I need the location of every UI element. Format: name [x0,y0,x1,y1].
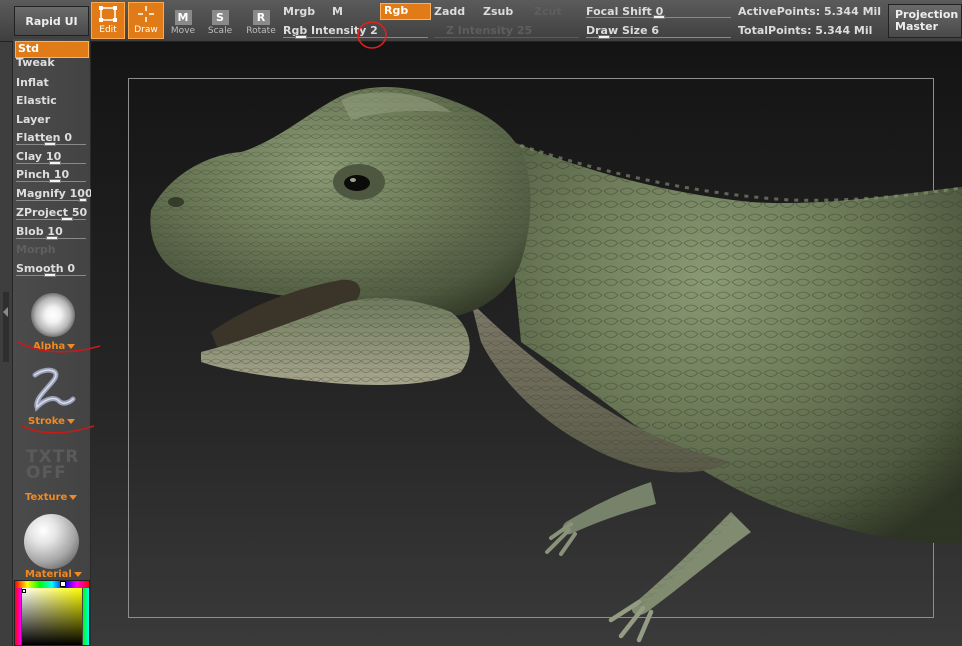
blob-knob[interactable] [46,236,58,240]
scale-button[interactable]: S Scale [204,2,236,39]
stroke-thumbnail[interactable] [23,367,79,415]
left-tray[interactable] [0,42,13,646]
trex-model [150,87,962,643]
m-toggle[interactable]: M [332,5,343,18]
clay-knob[interactable] [49,161,61,165]
rgb-toggle[interactable]: Rgb [380,3,431,20]
tray-grip[interactable] [3,292,9,362]
material-label: Material [25,569,72,580]
material-menu[interactable]: Material [25,569,82,580]
color-picker[interactable] [14,580,90,646]
edit-label: Edit [99,25,117,35]
stroke-label: Stroke [28,416,65,427]
top-shelf: Rapid UI Edit Draw M Move S Scale R Rota… [0,0,962,42]
zsub-toggle[interactable]: Zsub [483,5,513,18]
rapid-ui-button[interactable]: Rapid UI [14,6,89,36]
pinch-knob[interactable] [49,179,61,183]
z-intensity-slider[interactable] [434,37,579,38]
move-button[interactable]: M Move [168,2,198,39]
move-label: Move [170,26,196,36]
brush-panel: Std Tweak Inflat Elastic Layer Flatten 0… [13,39,93,646]
texture-label: Texture [25,492,68,503]
hue-marker[interactable] [60,581,66,587]
draw-button[interactable]: Draw [128,2,164,39]
brush-zproject[interactable]: ZProject 50 [16,206,87,219]
draw-size-knob[interactable] [598,35,610,39]
document-canvas[interactable] [91,42,962,646]
mrgb-toggle[interactable]: Mrgb [283,5,315,18]
rotate-button[interactable]: R Rotate [243,2,279,39]
projection-master-button[interactable]: Projection Master [888,4,962,38]
brush-elastic[interactable]: Elastic [16,94,57,107]
edit-icon [99,6,117,22]
total-points-readout: TotalPoints: 5.344 Mil [738,24,873,37]
z-intensity-label: Z Intensity 25 [446,24,533,37]
edit-button[interactable]: Edit [91,2,125,39]
brush-inflat[interactable]: Inflat [16,76,49,89]
zproject-knob[interactable] [61,217,73,221]
rotate-icon: R [252,10,270,25]
draw-icon [138,6,154,22]
rgb-intensity-knob[interactable] [295,35,307,39]
draw-label: Draw [134,25,158,35]
stroke-menu[interactable]: Stroke [28,416,75,427]
zproject-slider[interactable] [16,219,86,220]
rotate-label: Rotate [246,26,276,36]
chevron-down-icon [73,571,82,577]
flatten-knob[interactable] [44,142,56,146]
material-thumbnail[interactable] [24,514,79,569]
zcut-toggle[interactable]: Zcut [534,5,562,18]
draw-size-label: Draw Size 6 [586,24,660,37]
magnify-slider[interactable] [16,200,86,201]
move-icon: M [174,10,192,25]
hue-strip[interactable] [15,581,89,588]
brush-pinch[interactable]: Pinch 10 [16,168,69,181]
alpha-label: Alpha [33,341,66,352]
chevron-down-icon [67,343,76,349]
tray-expand-icon[interactable] [3,307,8,317]
alpha-thumbnail[interactable] [31,293,75,337]
alpha-menu[interactable]: Alpha [33,341,76,352]
scale-icon: S [211,10,229,25]
brush-morph: Morph [16,243,56,256]
texture-thumbnail[interactable]: TXTR OFF [26,449,78,482]
brush-layer[interactable]: Layer [16,113,50,126]
scale-label: Scale [207,26,233,36]
chevron-down-icon [69,494,78,500]
color-marker[interactable] [22,589,26,593]
magnify-knob[interactable] [79,198,87,202]
chevron-down-icon [66,418,75,424]
focal-shift-knob[interactable] [653,15,665,19]
zadd-toggle[interactable]: Zadd [434,5,465,18]
texture-menu[interactable]: Texture [25,492,78,503]
smooth-knob[interactable] [44,273,56,277]
saturation-value-field[interactable] [22,588,82,645]
brush-tweak[interactable]: Tweak [16,56,55,69]
active-points-readout: ActivePoints: 5.344 Mil [738,5,882,18]
